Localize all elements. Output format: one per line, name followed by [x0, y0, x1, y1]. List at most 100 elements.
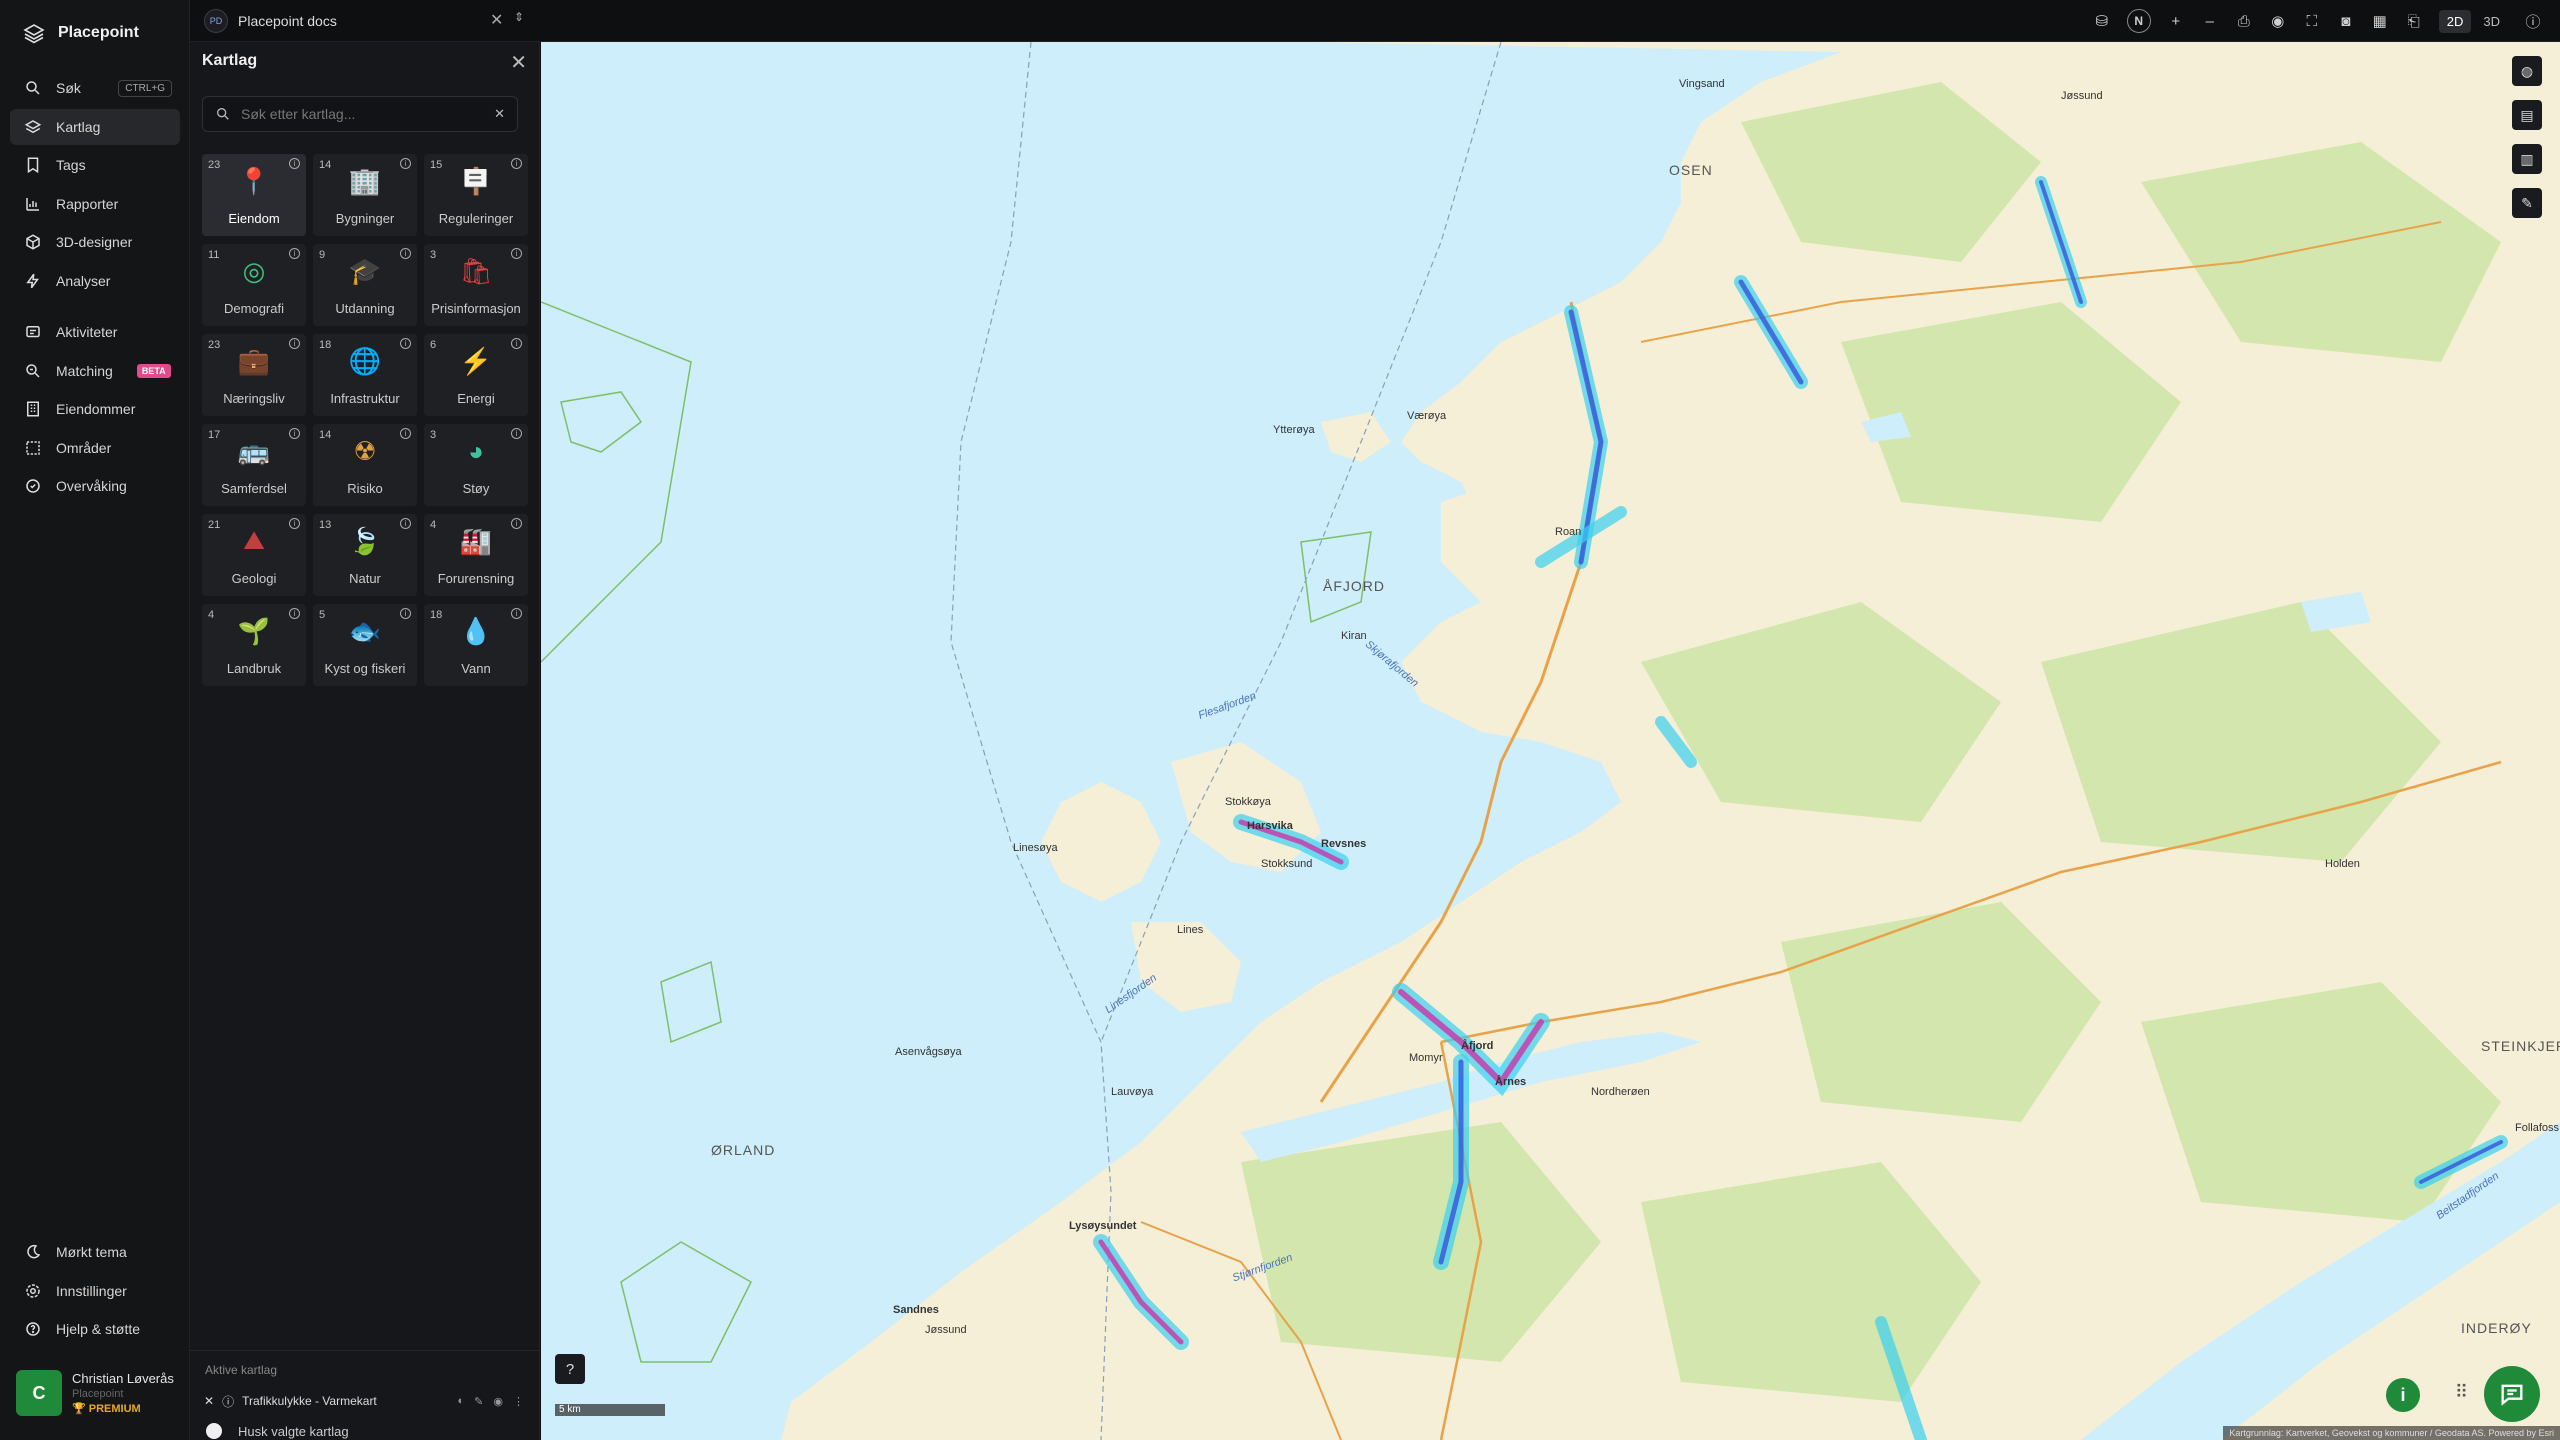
- info-icon[interactable]: i: [289, 518, 300, 529]
- info-icon[interactable]: i: [511, 338, 522, 349]
- map-label: INDERØY: [2461, 1320, 2532, 1336]
- map-canvas[interactable]: ØRLAND ÅFJORD STEINKJER INDERØY OSEN Årn…: [541, 42, 2560, 1440]
- toggle-switch[interactable]: [206, 1423, 222, 1439]
- eye-icon[interactable]: ◉: [2269, 12, 2287, 30]
- chat-icon: [2501, 1384, 2523, 1406]
- category-tile-kyst-og-fiskeri[interactable]: 5 i 🐟 Kyst og fiskeri: [313, 604, 417, 686]
- sidebar-item-aktiviteter[interactable]: Aktiviteter: [10, 314, 180, 350]
- category-tile-energi[interactable]: 6 i ⚡ Energi: [424, 334, 528, 416]
- category-tile-natur[interactable]: 13 i 🍃 Natur: [313, 514, 417, 596]
- active-layer-row[interactable]: ✕ ⓘ Trafikkulykke - Varmekart ◐ ✎ ◉ ⋮: [204, 1391, 524, 1411]
- info-icon[interactable]: ⓘ: [222, 1393, 234, 1410]
- sidebar-item-overvaking[interactable]: Overvåking: [10, 468, 180, 504]
- camera-icon[interactable]: ◙: [2337, 12, 2355, 30]
- sidebar-item-omrader[interactable]: Områder: [10, 430, 180, 466]
- info-icon[interactable]: i: [289, 338, 300, 349]
- category-tile-vann[interactable]: 18 i 💧 Vann: [424, 604, 528, 686]
- info-icon[interactable]: i: [511, 248, 522, 259]
- bookmark-icon[interactable]: ⎗: [2405, 12, 2423, 30]
- category-tile-prisinformasjon[interactable]: 3 i 🛍 Prisinformasjon: [424, 244, 528, 326]
- category-tile-geologi[interactable]: 21 i ⛰ Geologi: [202, 514, 306, 596]
- category-tile-landbruk[interactable]: 4 i 🌱 Landbruk: [202, 604, 306, 686]
- sidebar-item-help[interactable]: Hjelp & støtte: [10, 1311, 180, 1347]
- close-panel-icon[interactable]: ✕: [510, 50, 527, 75]
- map-label: Åfjord: [1461, 1040, 1494, 1052]
- print-icon[interactable]: ⎙: [2235, 12, 2253, 30]
- layers-stack-icon[interactable]: ⛁: [2093, 12, 2111, 30]
- zoom-out-button[interactable]: –: [2201, 12, 2219, 30]
- clear-search-icon[interactable]: ✕: [494, 106, 505, 122]
- sidebar-item-kartlag[interactable]: Kartlag: [10, 108, 180, 145]
- workspace-tab[interactable]: PD Placepoint docs: [204, 8, 337, 34]
- category-label: Infrastruktur: [330, 391, 400, 406]
- search-icon: [26, 81, 40, 95]
- info-icon[interactable]: i: [400, 428, 411, 439]
- opacity-icon[interactable]: ◐: [458, 1395, 465, 1408]
- remember-layers-toggle[interactable]: Husk valgte kartlag: [206, 1423, 349, 1439]
- sidebar-item-tags[interactable]: Tags: [10, 147, 180, 183]
- category-tile-forurensning[interactable]: 4 i 🏭 Forurensning: [424, 514, 528, 596]
- layer-count: 23: [208, 159, 221, 171]
- measure-icon[interactable]: ▤: [2512, 100, 2542, 130]
- chat-button[interactable]: [2484, 1366, 2540, 1422]
- layer-search-input[interactable]: [241, 106, 485, 122]
- compass-icon[interactable]: N: [2126, 9, 2151, 33]
- demography-icon: ◎: [242, 255, 266, 286]
- grip-icon[interactable]: ⠿: [2455, 1382, 2468, 1403]
- visibility-icon[interactable]: ◉: [493, 1395, 503, 1408]
- info-icon[interactable]: i: [289, 158, 300, 169]
- map-label: Follafoss: [2515, 1122, 2560, 1134]
- info-icon[interactable]: i: [511, 158, 522, 169]
- info-icon[interactable]: i: [289, 248, 300, 259]
- info-icon[interactable]: i: [289, 608, 300, 619]
- info-icon[interactable]: ⓘ: [2524, 12, 2542, 31]
- sidebar-item-eiendommer[interactable]: Eiendommer: [10, 391, 180, 427]
- chevron-updown-icon[interactable]: ⇕: [514, 10, 524, 24]
- category-tile-bygninger[interactable]: 14 i 🏢 Bygninger: [313, 154, 417, 236]
- info-icon[interactable]: i: [400, 608, 411, 619]
- sidebar-item-dark-theme[interactable]: Mørkt tema: [10, 1234, 180, 1270]
- sidebar-item-settings[interactable]: Innstillinger: [10, 1273, 180, 1309]
- info-icon[interactable]: i: [511, 428, 522, 439]
- category-tile-risiko[interactable]: 14 i ☢ Risiko: [313, 424, 417, 506]
- more-options-icon[interactable]: ⋮: [513, 1395, 524, 1408]
- sidebar-item-search[interactable]: Søk CTRL+G: [10, 70, 180, 106]
- info-button[interactable]: i: [2386, 1378, 2420, 1412]
- zoom-in-button[interactable]: +: [2167, 12, 2185, 30]
- category-tile-eiendom[interactable]: 23 i 📍 Eiendom: [202, 154, 306, 236]
- user-card[interactable]: C Christian Løverås Placepoint 🏆 PREMIUM: [16, 1370, 174, 1416]
- info-icon[interactable]: i: [400, 158, 411, 169]
- category-tile-samferdsel[interactable]: 17 i 🚌 Samferdsel: [202, 424, 306, 506]
- info-icon[interactable]: i: [511, 518, 522, 529]
- category-tile-infrastruktur[interactable]: 18 i 🌐 Infrastruktur: [313, 334, 417, 416]
- mode-2d-button[interactable]: 2D: [2438, 9, 2472, 33]
- brand[interactable]: Placepoint: [22, 18, 139, 48]
- remove-layer-icon[interactable]: ✕: [204, 1394, 214, 1408]
- sidebar-item-matching[interactable]: Matching BETA: [10, 353, 180, 389]
- edit-icon[interactable]: ✎: [474, 1395, 483, 1408]
- info-icon[interactable]: i: [289, 428, 300, 439]
- info-icon[interactable]: i: [400, 338, 411, 349]
- app-root: Placepoint Søk CTRL+G Kartlag Tags Rappo…: [0, 0, 2560, 1440]
- sidebar-item-analyser[interactable]: Analyser: [10, 263, 180, 299]
- category-label: Energi: [457, 391, 495, 406]
- sidebar-item-3d-designer[interactable]: 3D-designer: [10, 224, 180, 260]
- globe-icon[interactable]: ◍: [2512, 56, 2542, 86]
- category-tile-næringsliv[interactable]: 23 i 💼 Næringsliv: [202, 334, 306, 416]
- info-icon[interactable]: i: [400, 518, 411, 529]
- category-tile-utdanning[interactable]: 9 i 🎓 Utdanning: [313, 244, 417, 326]
- fullscreen-icon[interactable]: ⛶: [2303, 12, 2321, 30]
- category-tile-støy[interactable]: 3 i ◕ Støy: [424, 424, 528, 506]
- close-tab-icon[interactable]: ✕: [490, 10, 503, 30]
- grid-icon[interactable]: ▦: [2371, 12, 2389, 30]
- map-label: Nordherøen: [1591, 1086, 1650, 1098]
- info-icon[interactable]: i: [400, 248, 411, 259]
- mode-3d-button[interactable]: 3D: [2475, 10, 2508, 33]
- info-icon[interactable]: i: [511, 608, 522, 619]
- chart-icon[interactable]: ▥: [2512, 144, 2542, 174]
- draw-icon[interactable]: ✎: [2512, 188, 2542, 218]
- category-tile-demografi[interactable]: 11 i ◎ Demografi: [202, 244, 306, 326]
- map-help-icon[interactable]: ?: [555, 1354, 585, 1384]
- category-tile-reguleringer[interactable]: 15 i 🪧 Reguleringer: [424, 154, 528, 236]
- sidebar-item-rapporter[interactable]: Rapporter: [10, 186, 180, 222]
